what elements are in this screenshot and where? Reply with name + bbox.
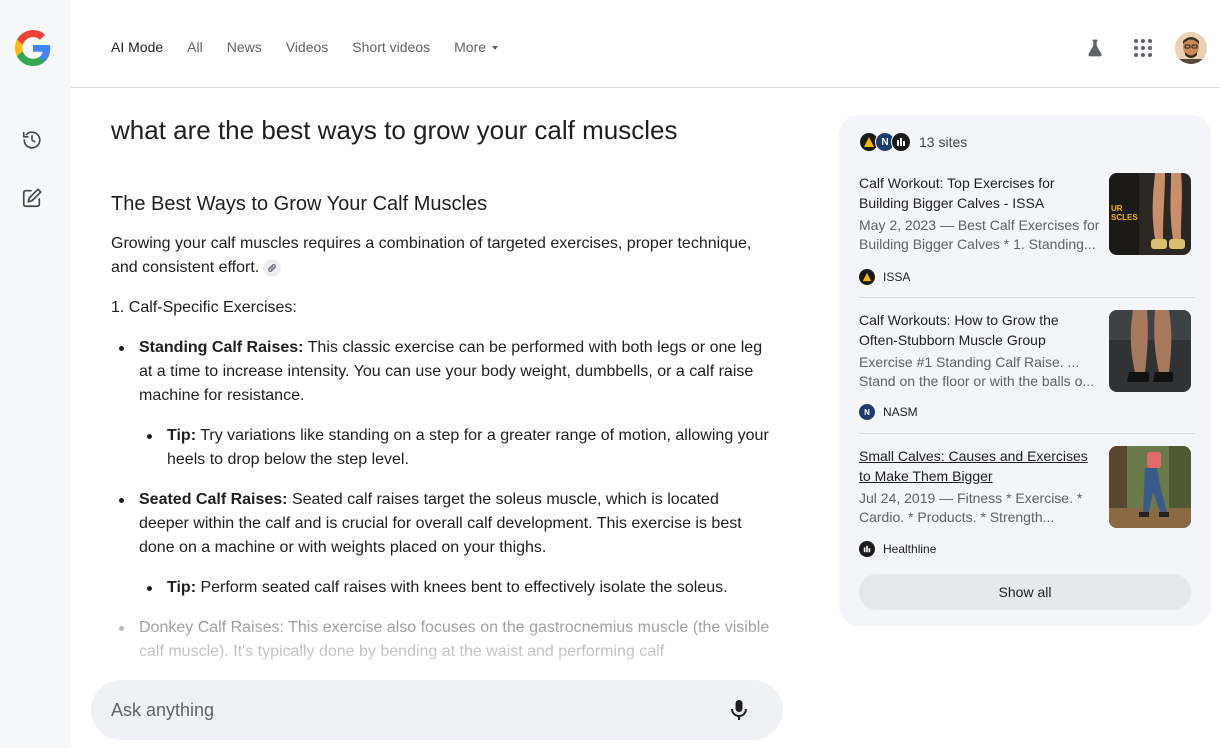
source-label: ISSA <box>883 270 911 284</box>
source-label: NASM <box>883 405 918 419</box>
tip-text: Try variations like standing on a step f… <box>167 427 769 468</box>
history-icon[interactable] <box>18 126 46 154</box>
source-title[interactable]: Calf Workout: Top Exercises for Building… <box>859 173 1097 213</box>
svg-text:UR: UR <box>1111 204 1123 213</box>
tab-more-label: More <box>454 39 487 55</box>
tab-ai-mode[interactable]: AI Mode <box>111 38 163 56</box>
caret-down-icon <box>492 46 499 51</box>
tip-label: Tip: <box>167 427 197 444</box>
source-thumbnail <box>1109 446 1191 528</box>
source-snippet: Jul 24, 2019 — Fitness * Exercise. * Car… <box>859 490 1083 525</box>
ask-input[interactable] <box>111 696 691 724</box>
list-item: Seated Calf Raises: Seated calf raises t… <box>111 488 771 600</box>
answer-intro: Growing your calf muscles requires a com… <box>111 232 771 280</box>
item-title: Donkey Calf Raises: <box>139 619 284 636</box>
top-header: AI Mode All News Videos Short videos Mor… <box>71 0 1220 88</box>
source-favicons: N <box>859 132 915 152</box>
source-title[interactable]: Small Calves: Causes and Exercises to Ma… <box>859 446 1097 486</box>
labs-flask-icon[interactable] <box>1083 36 1107 60</box>
link-icon[interactable] <box>263 258 282 277</box>
source-snippet: May 2, 2023 — Best Calf Exercises for Bu… <box>859 217 1100 252</box>
apps-grid-icon[interactable] <box>1131 36 1155 60</box>
tab-more[interactable]: More <box>454 38 499 56</box>
google-logo[interactable] <box>15 30 51 66</box>
source-label: Healthline <box>883 542 937 556</box>
item-title: Seated Calf Raises: <box>139 491 288 508</box>
svg-text:SCLES: SCLES <box>1111 213 1138 222</box>
tip-item: Tip: Try variations like standing on a s… <box>139 424 771 472</box>
left-rail <box>0 0 71 748</box>
healthline-favicon-icon <box>859 541 875 557</box>
source-title[interactable]: Calf Workouts: How to Grow the Often-Stu… <box>859 310 1097 350</box>
source-card[interactable]: Calf Workouts: How to Grow the Often-Stu… <box>859 310 1195 422</box>
sources-header[interactable]: N 13 sites <box>859 132 967 152</box>
section-heading: 1. Calf-Specific Exercises: <box>111 299 297 316</box>
tab-news[interactable]: News <box>227 38 262 56</box>
divider <box>859 297 1195 298</box>
show-all-button[interactable]: Show all <box>859 574 1191 610</box>
intro-text: Growing your calf muscles requires a com… <box>111 235 752 276</box>
list-item: Donkey Calf Raises: This exercise also f… <box>111 616 771 664</box>
source-thumbnail: UR SCLES <box>1109 173 1191 255</box>
source-name: Healthline <box>859 541 936 557</box>
tip-list: Tip: Perform seated calf raises with kne… <box>139 576 771 600</box>
source-card[interactable]: Calf Workout: Top Exercises for Building… <box>859 173 1195 285</box>
sources-panel: N 13 sites Calf Workout: Top Exercises f… <box>839 115 1211 626</box>
item-title: Standing Calf Raises: <box>139 339 304 356</box>
tip-text: Perform seated calf raises with knees be… <box>196 579 728 596</box>
tab-videos[interactable]: Videos <box>286 38 329 56</box>
tip-item: Tip: Perform seated calf raises with kne… <box>139 576 771 600</box>
sites-count: 13 sites <box>919 134 968 150</box>
search-tabs: AI Mode All News Videos Short videos Mor… <box>111 38 522 56</box>
tab-all[interactable]: All <box>187 38 203 56</box>
avatar[interactable] <box>1175 32 1207 64</box>
source-thumbnail <box>1109 310 1191 392</box>
list-item: Standing Calf Raises: This classic exerc… <box>111 336 771 472</box>
nasm-favicon-icon: N <box>859 404 875 420</box>
issa-favicon-icon <box>859 269 875 285</box>
source-snippet: Exercise #1 Standing Calf Raise. ... Sta… <box>859 354 1095 389</box>
query-title: what are the best ways to grow your calf… <box>111 115 678 145</box>
tab-short-videos[interactable]: Short videos <box>352 38 430 56</box>
exercise-list: Standing Calf Raises: This classic exerc… <box>111 336 771 664</box>
source-card[interactable]: Small Calves: Causes and Exercises to Ma… <box>859 446 1195 558</box>
source-name: N NASM <box>859 404 918 420</box>
new-chat-icon[interactable] <box>18 184 46 212</box>
healthline-favicon-icon <box>891 132 911 152</box>
source-name: ISSA <box>859 269 910 285</box>
microphone-icon[interactable] <box>727 698 751 722</box>
answer-area: what are the best ways to grow your calf… <box>111 110 771 680</box>
tip-label: Tip: <box>167 579 197 596</box>
tip-list: Tip: Try variations like standing on a s… <box>139 424 771 472</box>
answer-heading: The Best Ways to Grow Your Calf Muscles <box>111 193 488 215</box>
divider <box>859 433 1195 434</box>
ask-bar <box>91 680 783 740</box>
